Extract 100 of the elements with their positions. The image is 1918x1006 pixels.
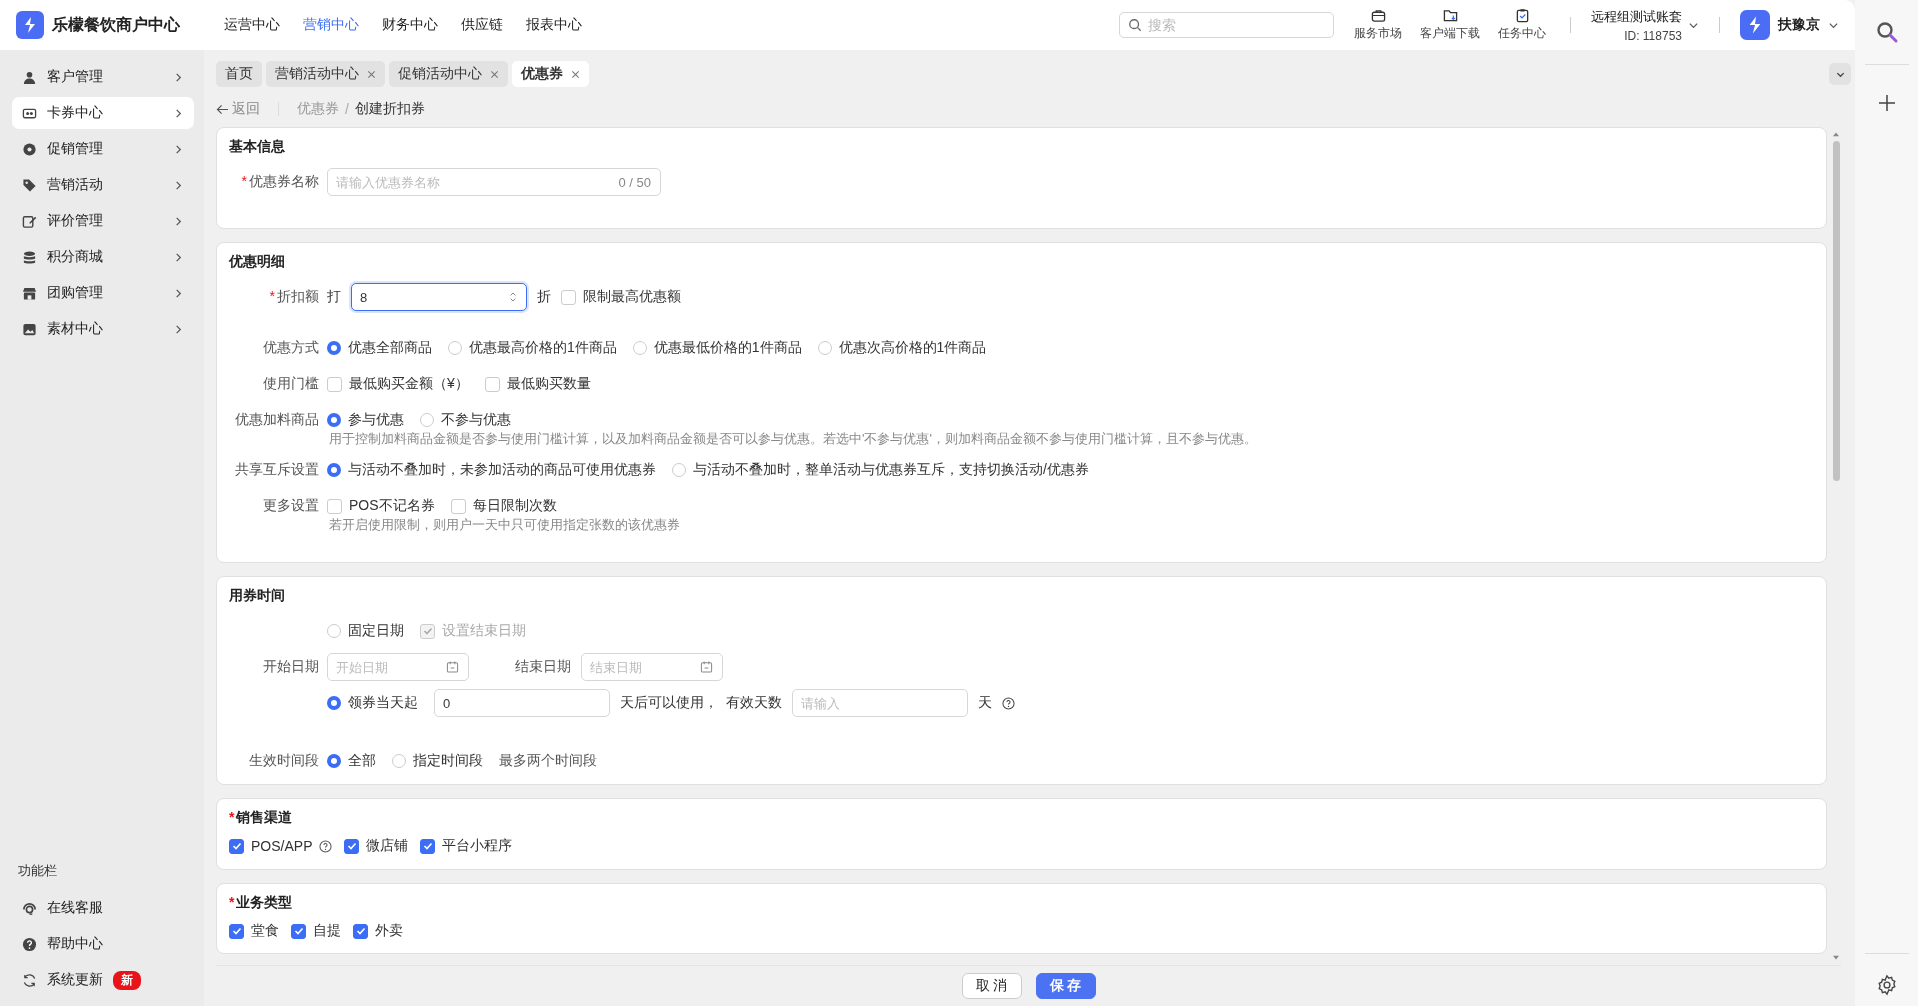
option-label[interactable]: 堂食 <box>251 922 279 940</box>
sidebar-item[interactable]: 帮助中心 <box>12 928 194 960</box>
radio-button[interactable] <box>392 754 406 768</box>
nav-tab[interactable]: 营销中心 <box>303 16 359 34</box>
sidebar-item[interactable]: 系统更新 新 <box>12 964 194 996</box>
option-label[interactable]: 与活动不叠加时，未参加活动的商品可使用优惠券 <box>348 461 656 479</box>
sidebar-item[interactable]: 素材中心 <box>12 313 194 345</box>
option-label[interactable]: 每日限制次数 <box>472 497 557 515</box>
checkbox[interactable] <box>229 923 244 939</box>
nav-tab[interactable]: 运营中心 <box>224 16 280 34</box>
tool-label[interactable]: 任务中心 <box>1498 25 1546 42</box>
option-label[interactable]: 微店铺 <box>366 837 409 855</box>
radio-button[interactable] <box>420 413 434 427</box>
radio-button[interactable] <box>327 754 341 768</box>
checkbox[interactable] <box>450 498 466 514</box>
clipboard-check-icon[interactable] <box>1514 8 1530 23</box>
sidebar-item[interactable]: 客户管理 <box>12 61 194 93</box>
option-label[interactable]: 外卖 <box>375 922 403 940</box>
option-label[interactable]: 最低购买金额（¥） <box>349 375 469 393</box>
option-label[interactable]: 自提 <box>313 922 341 940</box>
account-name[interactable]: 远程组测试账套 <box>1591 7 1682 26</box>
option-label[interactable]: 指定时间段 <box>413 752 483 770</box>
search-icon[interactable] <box>1874 20 1899 44</box>
spinner-icon[interactable] <box>509 291 517 303</box>
option-label[interactable]: 限制最高优惠额 <box>583 288 681 306</box>
option-label[interactable]: 优惠最高价格的1件商品 <box>469 339 617 357</box>
checkbox[interactable] <box>484 376 500 392</box>
required-mark: * <box>229 894 235 910</box>
folder-download-icon[interactable] <box>1442 8 1458 23</box>
save-button[interactable]: 保 存 <box>1035 973 1096 999</box>
date-field[interactable]: 开始日期 <box>327 653 469 681</box>
checkbox[interactable] <box>327 498 342 514</box>
sidebar-item[interactable]: 在线客服 <box>12 892 194 924</box>
scroll-up-icon[interactable] <box>1832 131 1840 137</box>
add-icon[interactable] <box>1876 93 1897 113</box>
avatar-logo-icon[interactable] <box>1740 10 1770 40</box>
sidebar-item[interactable]: 团购管理 <box>12 277 194 309</box>
radio-button[interactable] <box>327 413 341 427</box>
close-icon[interactable] <box>571 69 580 79</box>
help-icon[interactable] <box>1002 696 1015 710</box>
collapse-button[interactable] <box>1829 63 1851 85</box>
option-label[interactable]: 不参与优惠 <box>441 411 511 429</box>
option-label[interactable]: POS不记名券 <box>349 497 435 515</box>
option-label[interactable]: 全部 <box>348 752 376 770</box>
checkbox[interactable] <box>353 923 368 939</box>
checkbox[interactable] <box>561 289 576 305</box>
required-mark: * <box>269 288 275 306</box>
nav-tab[interactable]: 供应链 <box>461 16 503 34</box>
tool-label[interactable]: 客户端下载 <box>1420 25 1480 42</box>
option-label[interactable]: 固定日期 <box>348 622 404 640</box>
checkbox[interactable] <box>327 376 342 392</box>
radio-button[interactable] <box>448 341 462 355</box>
sidebar-item[interactable]: 评价管理 <box>12 205 194 237</box>
option-label[interactable]: 优惠次高价格的1件商品 <box>838 339 987 357</box>
checkbox[interactable] <box>291 923 306 939</box>
user-name[interactable]: 扶豫京 <box>1778 16 1820 34</box>
checkbox[interactable] <box>229 838 244 854</box>
sidebar-item[interactable]: 促销管理 <box>12 133 194 165</box>
page-tab[interactable]: 促销活动中心 <box>389 61 508 87</box>
page-tab[interactable]: 优惠券 <box>512 61 589 87</box>
sidebar-item[interactable]: 积分商城 <box>12 241 194 273</box>
radio-button[interactable] <box>327 341 341 355</box>
radio-button[interactable] <box>817 341 832 355</box>
close-icon[interactable] <box>367 69 376 79</box>
radio-button[interactable] <box>327 696 341 710</box>
option-label[interactable]: 平台小程序 <box>442 837 513 855</box>
scrollbar-thumb[interactable] <box>1832 141 1840 481</box>
discount-input[interactable]: 8 <box>351 283 527 311</box>
checkbox[interactable] <box>420 838 436 854</box>
tool-label[interactable]: 服务市场 <box>1354 25 1402 42</box>
radio-button[interactable] <box>327 463 341 477</box>
cancel-button[interactable]: 取 消 <box>961 973 1022 999</box>
scroll-down-icon[interactable] <box>1832 955 1840 961</box>
option-label[interactable]: 优惠最低价格的1件商品 <box>653 339 802 357</box>
option-label[interactable]: 领券当天起 <box>348 694 418 712</box>
briefcase-icon[interactable] <box>1370 8 1386 23</box>
date-field[interactable]: 结束日期 <box>581 653 723 681</box>
checkbox[interactable] <box>344 838 360 854</box>
option-label[interactable]: 与活动不叠加时，整单活动与优惠券互斥，支持切换活动/优惠券 <box>693 461 1089 479</box>
radio-button[interactable] <box>672 463 686 477</box>
page-tab[interactable]: 营销活动中心 <box>266 61 385 87</box>
close-icon[interactable] <box>490 69 499 79</box>
radio-button[interactable] <box>327 624 341 638</box>
option-label[interactable]: 优惠全部商品 <box>348 339 432 357</box>
help-icon[interactable] <box>319 839 333 853</box>
valid-days-input[interactable]: 请输入 <box>792 689 968 717</box>
page-tab[interactable]: 首页 <box>216 61 262 87</box>
search-icon <box>1128 18 1142 32</box>
search-field[interactable]: 搜索 <box>1119 12 1334 38</box>
option-label[interactable]: POS/APP <box>251 838 313 854</box>
sidebar-item[interactable]: 卡券中心 <box>12 97 194 129</box>
calendar-icon[interactable] <box>446 660 459 674</box>
days-input[interactable]: 0 <box>434 689 610 717</box>
nav-tab[interactable]: 财务中心 <box>382 16 438 34</box>
option-label[interactable]: 参与优惠 <box>348 411 404 429</box>
option-label[interactable]: 最低购买数量 <box>506 375 591 393</box>
nav-tab[interactable]: 报表中心 <box>526 16 582 34</box>
radio-button[interactable] <box>632 341 647 355</box>
calendar-icon[interactable] <box>700 660 713 674</box>
sidebar-item[interactable]: 营销活动 <box>12 169 194 201</box>
